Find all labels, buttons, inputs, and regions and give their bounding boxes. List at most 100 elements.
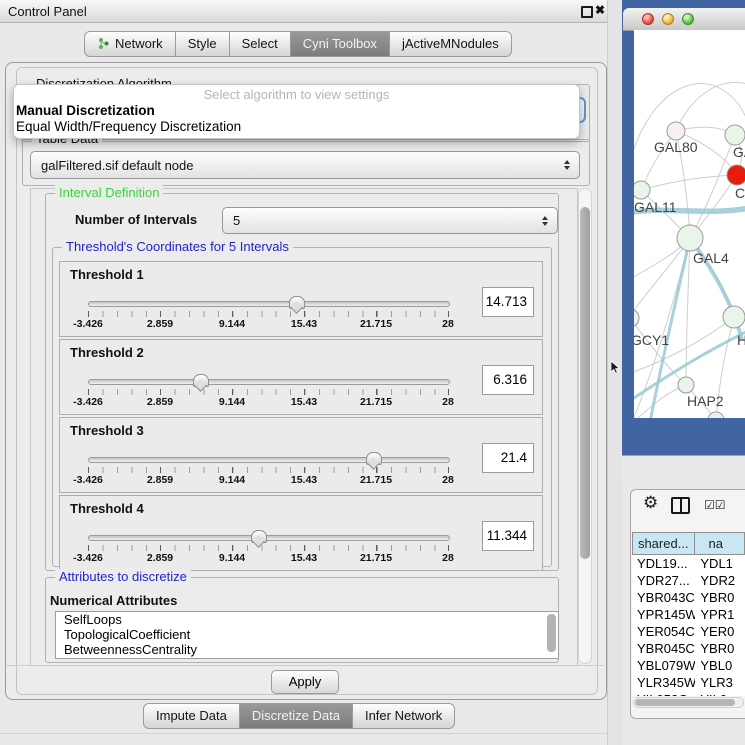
combo-spinner-icon — [560, 160, 574, 170]
table-horizontal-scrollbar[interactable] — [633, 697, 744, 708]
node-label-hap2: HAP2 — [687, 393, 724, 409]
list-item[interactable]: SelfLoops — [56, 612, 558, 627]
network-node-red[interactable] — [727, 165, 745, 185]
scrollbar-thumb[interactable] — [580, 207, 590, 559]
numerical-attributes-list[interactable]: SelfLoopsTopologicalCoefficientBetweenne… — [55, 611, 559, 659]
network-node-gcy1[interactable] — [634, 309, 639, 327]
float-window-icon[interactable] — [581, 6, 593, 18]
table-row[interactable]: YDL19...YDL1 — [632, 555, 745, 572]
threshold-slider[interactable] — [88, 457, 450, 463]
close-traffic-light-icon[interactable] — [642, 13, 654, 25]
network-canvas[interactable]: GAL80GACGAL11GAL4GCY1HHAP2 — [634, 30, 745, 418]
slider-ticks — [88, 545, 449, 551]
network-edge — [634, 84, 745, 170]
checkboxes-icon[interactable]: ☑☑ — [704, 498, 726, 512]
table-data-selected-value: galFiltered.sif default node — [31, 158, 560, 173]
algorithm-option-equal-width[interactable]: Equal Width/Frequency Discretization — [14, 119, 579, 135]
node-label-gcy1: GCY1 — [634, 332, 669, 348]
minimize-traffic-light-icon[interactable] — [662, 13, 674, 25]
table-row[interactable]: YPR145WYPR1 — [632, 606, 745, 623]
column-header-name[interactable]: na — [694, 532, 745, 555]
close-icon[interactable]: ✖ — [595, 3, 605, 17]
tab-network[interactable]: Network — [84, 31, 176, 57]
network-node-gal11[interactable] — [634, 181, 650, 199]
threshold-value-field[interactable]: 14.713 — [482, 287, 534, 317]
tab-label: Cyni Toolbox — [303, 36, 377, 51]
scrollbar-thumb[interactable] — [635, 699, 735, 706]
network-node-ga[interactable] — [725, 125, 745, 145]
slider-thumb[interactable] — [251, 530, 267, 543]
table-cell: YIL0 — [695, 691, 745, 696]
tick-label: 28 — [442, 552, 454, 564]
zoom-traffic-light-icon[interactable] — [682, 13, 694, 25]
gear-icon[interactable]: ⚙ — [643, 494, 658, 511]
table-row[interactable]: YBL079WYBL0 — [632, 657, 745, 674]
tick-label: 2.859 — [147, 396, 173, 408]
network-node-hap2[interactable] — [678, 377, 694, 393]
list-item[interactable]: BetweennessCentrality — [56, 642, 558, 657]
tick-label: -3.426 — [73, 474, 103, 486]
tab-jactivemnodules[interactable]: jActiveMNodules — [389, 31, 512, 57]
tick-label: 21.715 — [360, 396, 392, 408]
threshold-value-field[interactable]: 11.344 — [482, 521, 534, 551]
threshold-slider[interactable] — [88, 301, 450, 307]
tick-label: 21.715 — [360, 474, 392, 486]
threshold-value-field[interactable]: 6.316 — [482, 365, 534, 395]
app-window: Control Panel ✖ NetworkStyleSelectCyni T… — [0, 0, 745, 745]
table-cell: YBL0 — [695, 657, 745, 674]
tab-discretize-data[interactable]: Discretize Data — [239, 703, 353, 729]
node-label-ga: GA — [733, 144, 745, 160]
apply-row-divider — [6, 665, 604, 666]
tick-label: 15.43 — [291, 474, 317, 486]
table-row[interactable]: YBR045CYBR0 — [632, 640, 745, 657]
threshold-panel-4: Threshold 4-3.4262.8599.14415.4321.71528… — [59, 495, 543, 571]
number-of-intervals-label: Number of Intervals — [75, 212, 197, 227]
slider-thumb[interactable] — [366, 452, 382, 465]
threshold-slider[interactable] — [88, 535, 450, 541]
tab-cyni-toolbox[interactable]: Cyni Toolbox — [290, 31, 390, 57]
threshold-slider[interactable] — [88, 379, 450, 385]
control-panel-tabs: NetworkStyleSelect Cyni Toolbox jActiveMNo… — [84, 31, 512, 57]
node-table[interactable]: shared... na YDL19...YDL1YDR27...YDR2YBR… — [632, 532, 745, 696]
tab-label: Impute Data — [156, 708, 227, 723]
tick-label: 28 — [442, 318, 454, 330]
apply-button[interactable]: Apply — [271, 670, 339, 694]
node-label-h: H — [737, 332, 745, 348]
threshold-label: Threshold 2 — [70, 345, 144, 360]
network-node-h[interactable] — [723, 306, 745, 328]
table-cell: YIL052C — [632, 691, 695, 696]
number-of-intervals-combobox[interactable]: 5 — [222, 207, 558, 234]
tick-label: 21.715 — [360, 318, 392, 330]
tick-label: 2.859 — [147, 552, 173, 564]
tab-impute-data[interactable]: Impute Data — [143, 703, 240, 729]
table-row[interactable]: YDR27...YDR2 — [632, 572, 745, 589]
settings-vertical-scrollbar[interactable] — [578, 188, 592, 664]
tab-infer-network[interactable]: Infer Network — [352, 703, 455, 729]
table-row[interactable]: YER054CYER0 — [632, 623, 745, 640]
node-label-gal11: GAL11 — [634, 199, 677, 215]
network-node-gal4[interactable] — [677, 225, 703, 251]
threshold-value-field[interactable]: 21.4 — [482, 443, 534, 473]
table-row[interactable]: YBR043CYBR0 — [632, 589, 745, 606]
list-scrollbar-thumb[interactable] — [547, 614, 556, 652]
table-cell: YDL1 — [695, 555, 745, 572]
slider-tick-labels: -3.4262.8599.14415.4321.71528 — [88, 396, 448, 408]
column-header-shared-name[interactable]: shared... — [632, 532, 695, 555]
slider-thumb[interactable] — [289, 296, 305, 309]
tick-label: 9.144 — [219, 396, 245, 408]
tab-style[interactable]: Style — [175, 31, 230, 57]
number-of-intervals-value: 5 — [223, 213, 538, 228]
table-row[interactable]: YIL052CYIL0 — [632, 691, 745, 696]
table-row[interactable]: YLR345WYLR3 — [632, 674, 745, 691]
network-node-gal80[interactable] — [667, 122, 685, 140]
slider-thumb[interactable] — [193, 374, 209, 387]
slider-tick-labels: -3.4262.8599.14415.4321.71528 — [88, 552, 448, 564]
table-data-combobox[interactable]: galFiltered.sif default node — [30, 151, 580, 179]
tick-label: 9.144 — [219, 474, 245, 486]
algorithm-option-manual[interactable]: Manual Discretization — [14, 103, 579, 119]
list-item[interactable]: TopologicalCoefficient — [56, 627, 558, 642]
tick-label: 2.859 — [147, 474, 173, 486]
tick-label: 21.715 — [360, 552, 392, 564]
tab-select[interactable]: Select — [229, 31, 291, 57]
split-columns-icon[interactable] — [671, 497, 690, 514]
